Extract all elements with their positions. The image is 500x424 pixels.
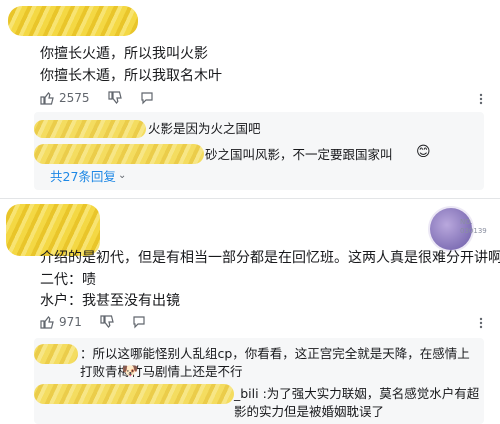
reply-user-scribble	[34, 144, 204, 164]
reply-user-scribble	[34, 384, 234, 404]
like-count: 971	[59, 315, 82, 329]
chevron-down-icon[interactable]: ⌄	[118, 170, 126, 181]
username-scribble	[8, 6, 138, 36]
comment-icon[interactable]	[132, 315, 146, 329]
comment-line: 介绍的是初代，但是有相当一部分都是在回忆班。这两人真是很难分开讲啊。	[40, 250, 500, 266]
thumb-down-icon[interactable]	[107, 91, 122, 105]
reply-user-scribble	[34, 344, 78, 364]
like-button[interactable]: 971	[40, 315, 82, 329]
comment-line: 水户：我甚至没有出镜	[40, 293, 180, 309]
comment-line: 二代：啧	[40, 272, 96, 288]
divider	[0, 198, 500, 199]
comment-actions: 2575	[40, 91, 154, 105]
smile-emoji: 😊	[416, 144, 431, 160]
reply-user-scribble	[34, 120, 146, 138]
thumb-up-icon	[40, 315, 54, 329]
reply-preview-text: 砂之国叫风影，不一定要跟国家叫	[205, 147, 393, 162]
reply-text: _bili :为了强大实力联姻，莫名感觉水户有超影的实力但是被婚姻耽误了	[234, 386, 480, 419]
comment-line: 你擅长木遁，所以我取名木叶	[40, 68, 222, 84]
comment-line: 你擅长火遁，所以我叫火影	[40, 46, 208, 62]
reply-text: ：所以这哪能怪别人乱组cp，你看看，这正宫完全就是天降，在感情上打败青梅竹马剧情…	[80, 346, 470, 379]
badge-number: 030139	[460, 227, 487, 235]
like-count: 2575	[59, 91, 90, 105]
more-icon[interactable]	[474, 316, 488, 330]
view-replies-link[interactable]: 共27条回复	[50, 168, 116, 186]
comment-icon[interactable]	[140, 91, 154, 105]
like-button[interactable]: 2575	[40, 91, 90, 105]
thumb-up-icon	[40, 91, 54, 105]
thumb-down-icon[interactable]	[100, 315, 114, 329]
more-icon[interactable]	[474, 92, 488, 106]
comment-actions: 971	[40, 315, 146, 329]
badge-label: NO.	[460, 218, 473, 226]
reply-preview-text: 火影是因为火之国吧	[148, 121, 261, 136]
dog-emoji: 🐶	[122, 364, 139, 379]
